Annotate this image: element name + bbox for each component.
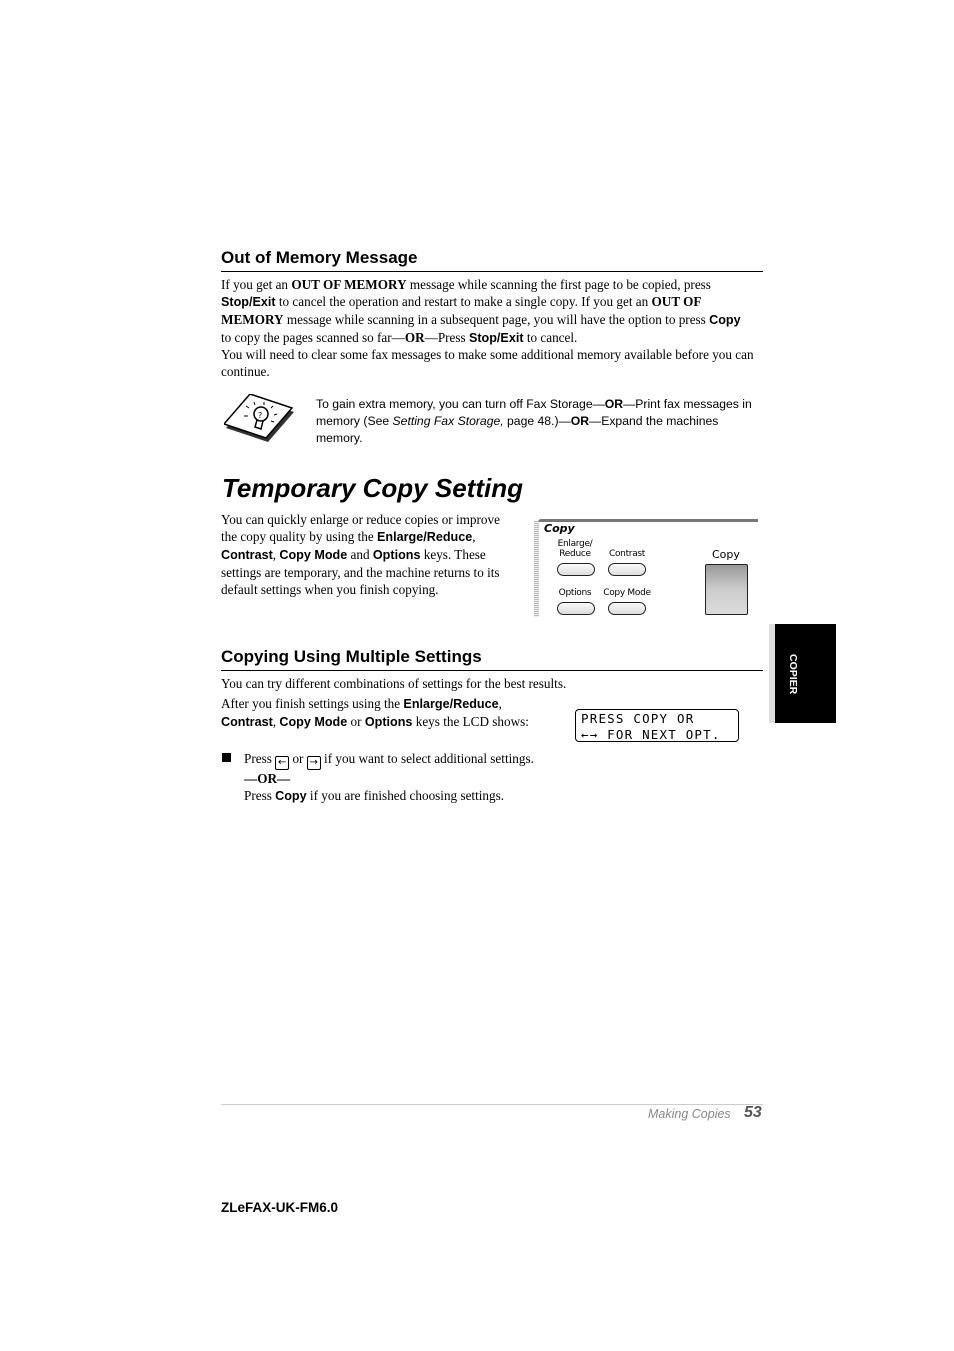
- chapter-side-tab: COPIER: [775, 624, 836, 723]
- chapter-side-tab-label: COPIER: [787, 654, 799, 695]
- lcd-shows-paragraph: After you finish settings using the Enla…: [221, 696, 529, 729]
- svg-text:?: ?: [258, 411, 262, 420]
- enlarge-reduce-key[interactable]: [557, 563, 595, 576]
- copy-key-label: Copy: [712, 548, 740, 561]
- heading-rule: [221, 271, 763, 272]
- contrast-key[interactable]: [608, 563, 646, 576]
- section-heading-out-of-memory: Out of Memory Message: [221, 248, 418, 267]
- contrast-label: Contrast: [608, 549, 646, 559]
- section-heading-multiple-settings: Copying Using Multiple Settings: [221, 647, 482, 666]
- copy-key[interactable]: [705, 564, 748, 615]
- left-arrow-key-icon: ←: [275, 756, 290, 770]
- copy-mode-key[interactable]: [608, 602, 646, 615]
- footer-rule: [221, 1104, 763, 1105]
- next-option-instruction: Press ← or → if you want to select addit…: [244, 751, 534, 803]
- lcd-display: PRESS COPY OR ←→ FOR NEXT OPT.: [575, 709, 739, 742]
- page-number: 53: [744, 1104, 762, 1121]
- panel-left-border: [534, 521, 539, 617]
- footer-section-name: Making Copies: [648, 1107, 731, 1121]
- enlarge-reduce-label: Enlarge/Reduce: [557, 539, 593, 559]
- right-arrow-key-icon: →: [306, 756, 321, 770]
- temporary-copy-paragraph: You can quickly enlarge or reduce copies…: [221, 512, 500, 597]
- out-of-memory-paragraph: If you get an OUT OF MEMORY message whil…: [221, 277, 741, 345]
- memory-tip-note: To gain extra memory, you can turn off F…: [316, 397, 752, 445]
- chapter-title-temporary-copy-setting: Temporary Copy Setting: [222, 473, 523, 503]
- document-id: ZLeFAX-UK-FM6.0: [221, 1200, 339, 1215]
- copy-mode-label: Copy Mode: [603, 588, 651, 598]
- copy-control-panel-illustration: Copy Enlarge/Reduce Contrast Options Cop…: [534, 517, 758, 617]
- options-label: Options: [558, 588, 592, 598]
- heading-rule: [221, 670, 763, 671]
- panel-title: Copy: [544, 522, 575, 535]
- bullet-square-icon: [222, 753, 231, 762]
- clear-memory-paragraph: You will need to clear some fax messages…: [221, 347, 754, 379]
- lightbulb-note-icon: ?: [222, 393, 296, 446]
- multiple-settings-intro: You can try different combinations of se…: [221, 676, 567, 691]
- options-key[interactable]: [557, 602, 595, 615]
